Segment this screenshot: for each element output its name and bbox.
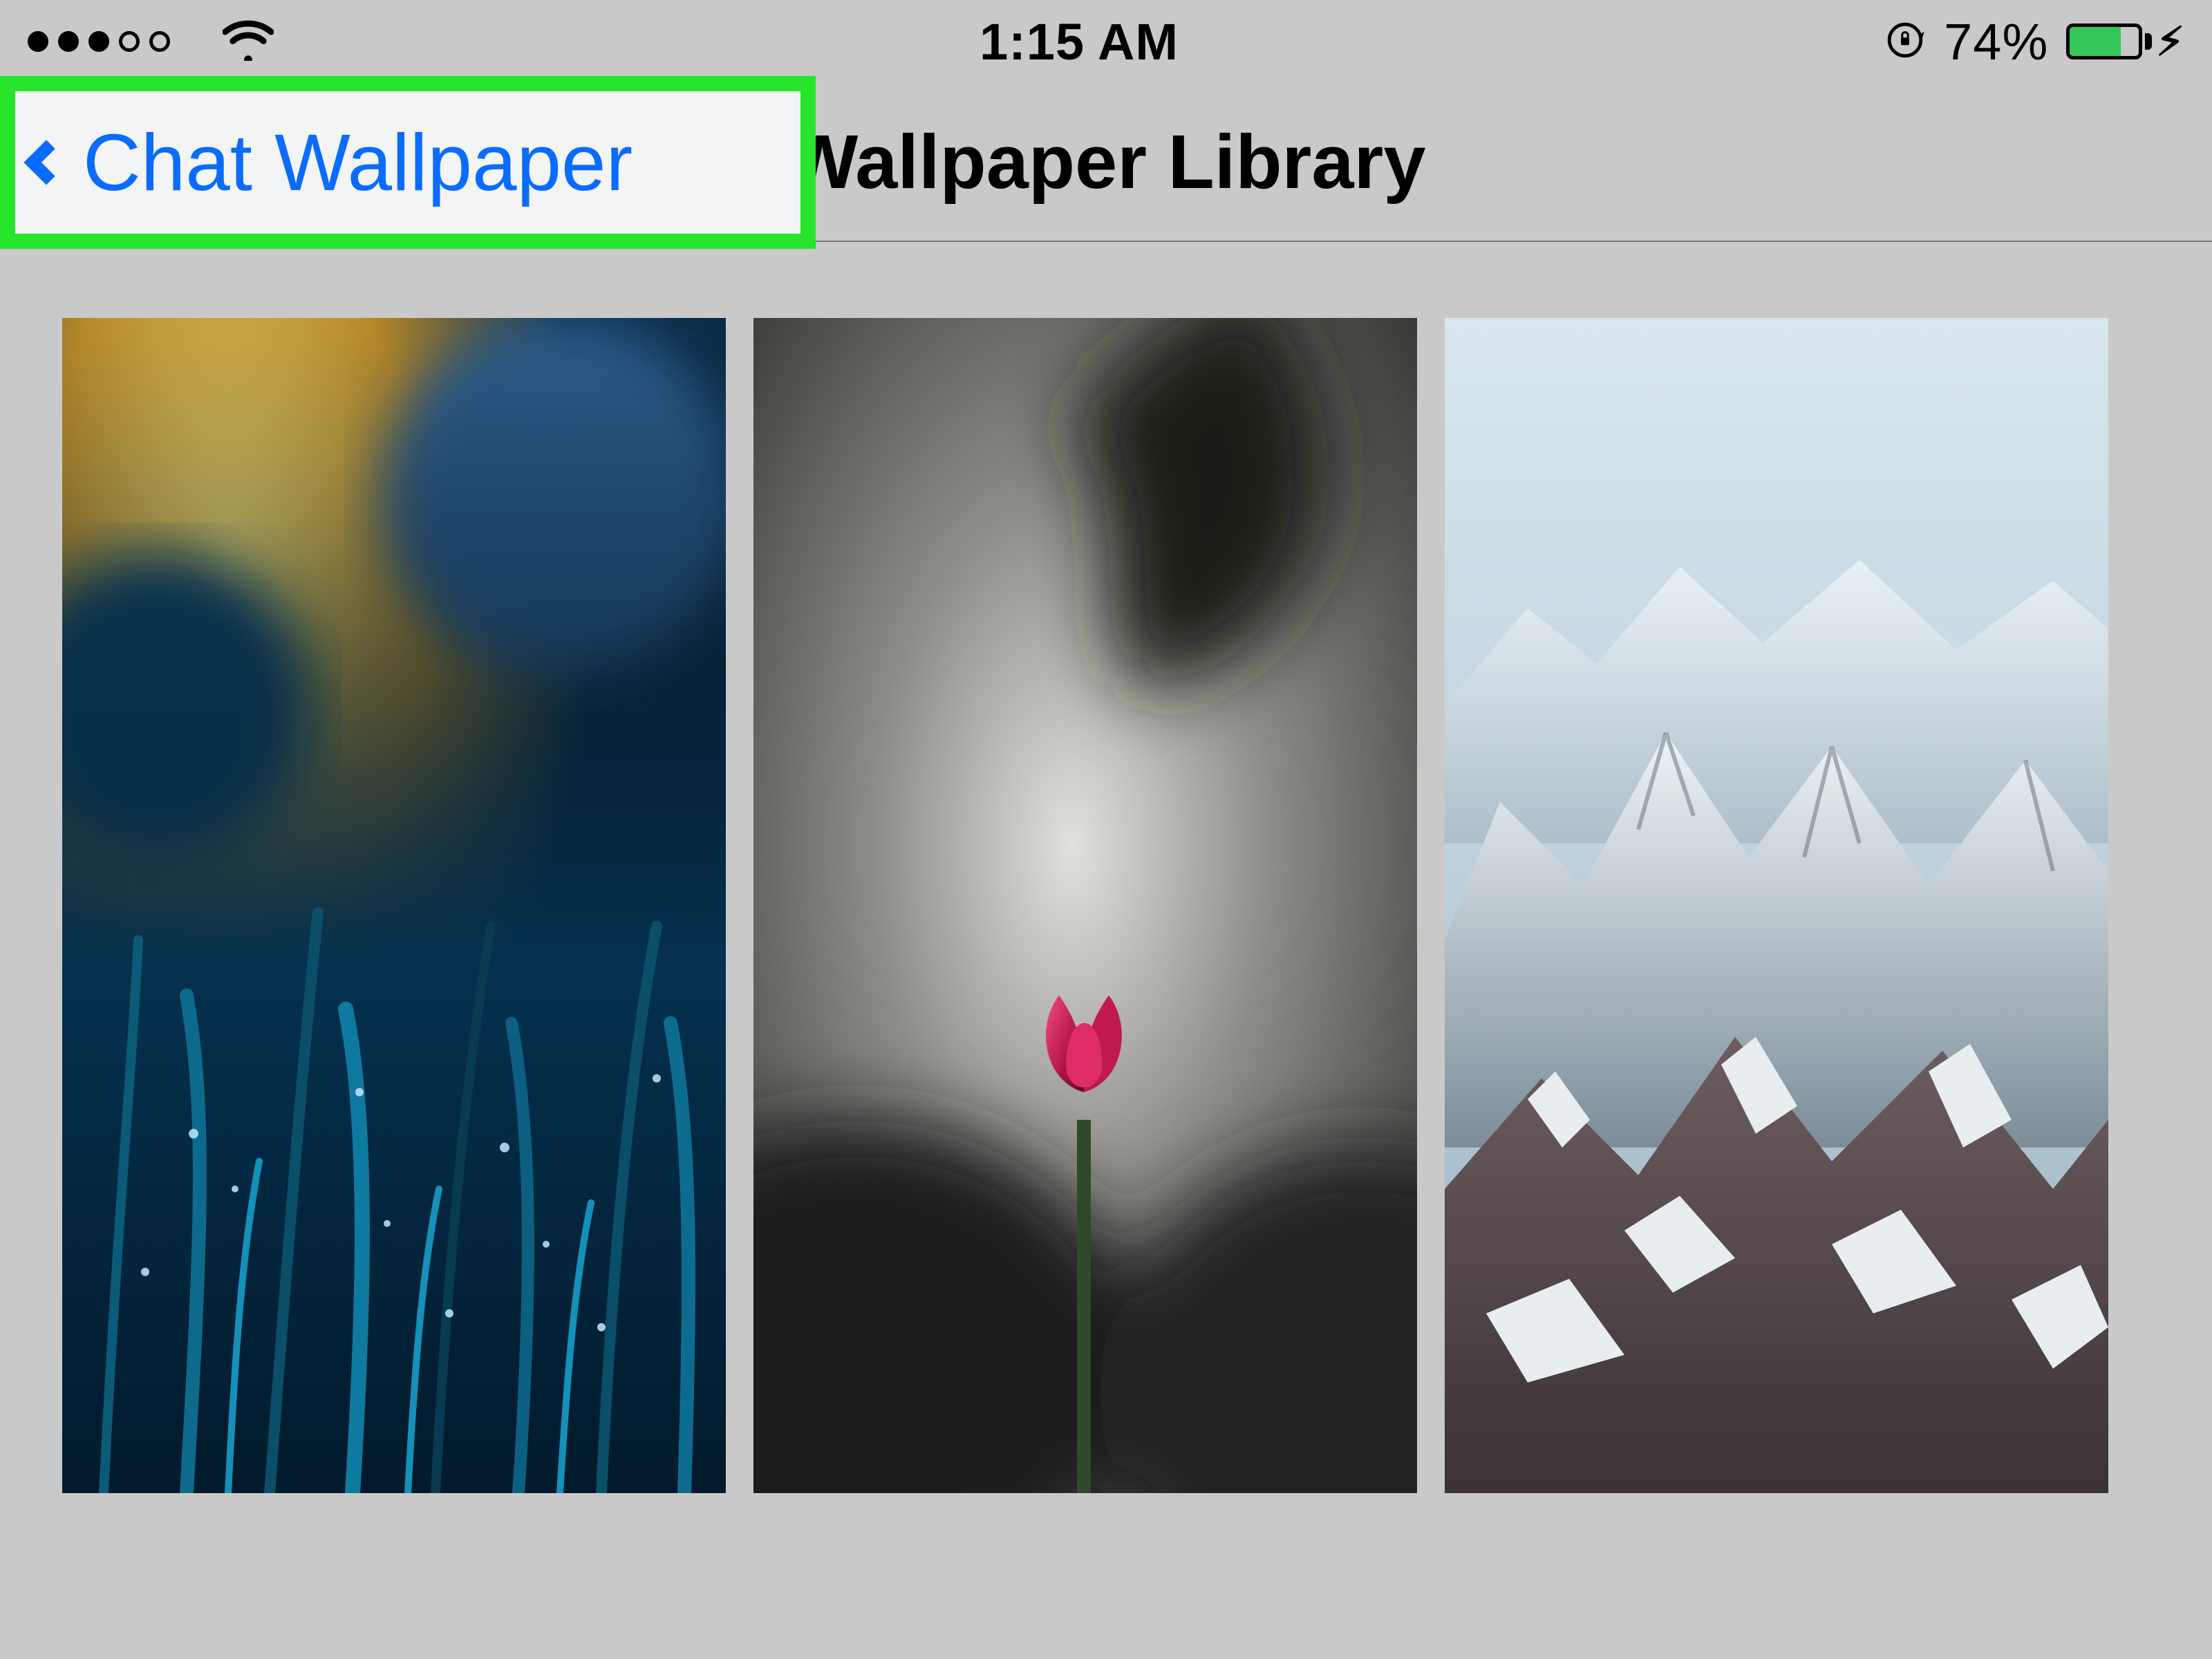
wifi-icon	[188, 19, 274, 64]
wallpaper-grid	[0, 242, 2212, 1493]
chevron-left-icon	[24, 140, 68, 185]
status-time: 1:15 AM	[980, 12, 1179, 71]
back-button[interactable]: Chat Wallpaper	[15, 91, 800, 234]
battery-icon	[2066, 24, 2142, 59]
nav-bar: Wallpaper Library Chat Wallpaper	[0, 83, 2212, 242]
wallpaper-thumbnail[interactable]	[62, 318, 726, 1493]
tutorial-highlight: Chat Wallpaper	[0, 76, 816, 249]
cellular-signal-icon	[28, 31, 170, 52]
charging-icon: ⚡︎	[2156, 18, 2184, 65]
status-bar: 1:15 AM 74% ⚡︎	[0, 0, 2212, 83]
wallpaper-thumbnail[interactable]	[753, 318, 1417, 1493]
back-button-label: Chat Wallpaper	[83, 116, 632, 209]
wallpaper-thumbnail[interactable]	[1445, 318, 2108, 1493]
battery-percent: 74%	[1944, 12, 2048, 71]
orientation-lock-icon	[1884, 19, 1926, 64]
status-left	[28, 19, 274, 64]
page-title: Wallpaper Library	[786, 118, 1425, 206]
status-right: 74% ⚡︎	[1884, 12, 2184, 71]
